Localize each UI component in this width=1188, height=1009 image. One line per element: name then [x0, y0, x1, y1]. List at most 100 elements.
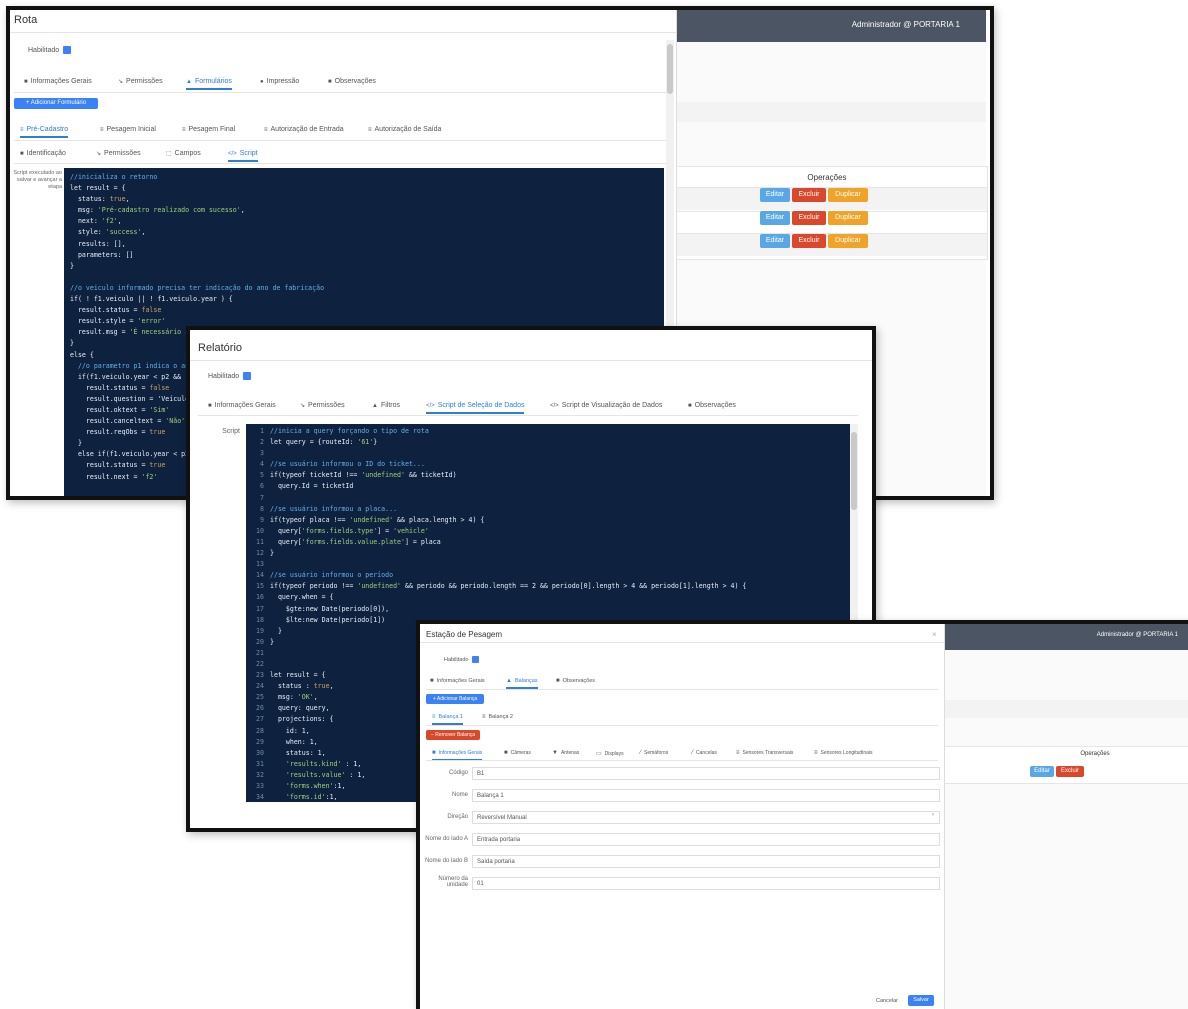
- tab-informacoes-gerais[interactable]: ■ Informações Gerais: [208, 402, 276, 409]
- enabled-label: Habilitado: [208, 372, 240, 380]
- code-icon: </>: [550, 403, 559, 409]
- display-icon: ▭: [596, 751, 602, 757]
- tab-observacoes[interactable]: ■ Observações: [556, 678, 595, 684]
- list-icon: ≡: [20, 127, 24, 133]
- delete-button[interactable]: Excluir: [792, 211, 826, 225]
- duplicate-button[interactable]: Duplicar: [828, 234, 868, 248]
- enabled-checkbox[interactable]: [243, 372, 252, 380]
- tab-observacoes[interactable]: ■ Observações: [688, 402, 736, 409]
- tab-informacoes-gerais[interactable]: ■ Informações Gerais: [24, 78, 92, 85]
- delete-button[interactable]: Excluir: [792, 188, 826, 202]
- code-line: let result = {: [70, 184, 126, 193]
- tab-impressao[interactable]: ● Impressão: [260, 78, 299, 85]
- tab-script[interactable]: </> Script: [228, 150, 258, 162]
- tab-pesagem-final[interactable]: ≡ Pesagem Final: [182, 126, 235, 133]
- line-number: 28: [256, 726, 264, 735]
- fields-icon: ⬚: [166, 151, 172, 157]
- edit-button[interactable]: Editar: [760, 188, 790, 202]
- direction-select[interactable]: Reversível Manual: [472, 811, 940, 824]
- notes-icon: ■: [328, 79, 332, 85]
- tab-sub-permissoes[interactable]: ↘ Permissões: [96, 150, 141, 157]
- unit-field[interactable]: 01: [472, 877, 940, 890]
- tab-script-visualizacao[interactable]: </> Script de Visualização de Dados: [550, 402, 662, 409]
- bg-strip: [944, 700, 1188, 718]
- add-form-button[interactable]: + Adicionar Formulário: [14, 98, 98, 109]
- admin-label[interactable]: Administrador @ PORTARIA 1: [1097, 632, 1178, 638]
- tab-semaforos[interactable]: ⁄ Semáforos: [640, 750, 668, 756]
- tabs-divider: [14, 92, 670, 93]
- script-label: Script: [222, 428, 240, 435]
- code-line: msg: 'Pré-cadastro realizado com sucesso…: [70, 206, 245, 215]
- save-button[interactable]: Salvar: [908, 995, 934, 1006]
- tab-sensores-longitudinais[interactable]: ≡ Sensores Longitudinais: [814, 750, 873, 756]
- line-number: 8: [260, 504, 264, 513]
- scrollbar-thumb[interactable]: [851, 432, 857, 510]
- duplicate-button[interactable]: Duplicar: [828, 211, 868, 225]
- tab-observacoes[interactable]: ■ Observações: [328, 78, 376, 85]
- line-number: 10: [256, 526, 264, 535]
- traffic-light-icon: ⁄: [640, 750, 642, 756]
- tab-autorizacao-entrada[interactable]: ≡ Autorização de Entrada: [264, 126, 344, 133]
- tab-identificacao[interactable]: ■ Identificação: [20, 150, 66, 157]
- tab-filtros[interactable]: ▲ Filtros: [372, 402, 400, 409]
- code-line: parameters: []: [70, 250, 134, 259]
- remove-scale-button[interactable]: − Remover Balança: [426, 730, 480, 740]
- tab-permissoes[interactable]: ↘ Permissões: [300, 402, 345, 409]
- side-b-field[interactable]: Saída portaria: [472, 855, 940, 868]
- field-label-codigo: Código: [448, 770, 468, 776]
- list-icon: ≡: [264, 127, 268, 133]
- tab-sensores-transversais[interactable]: ≡ Sensores Transversais: [736, 750, 793, 756]
- tabs-divider: [426, 689, 938, 690]
- top-bar: Administrador @ PORTARIA 1: [944, 624, 1188, 650]
- tab-permissoes[interactable]: ↘ Permissões: [118, 78, 163, 85]
- line-number: 25: [256, 693, 264, 702]
- tab-campos[interactable]: ⬚ Campos: [166, 150, 201, 157]
- tab-pre-cadastro[interactable]: ≡ Pré-Cadastro: [20, 126, 69, 138]
- side-a-field[interactable]: Entrada portaria: [472, 833, 940, 846]
- tab-formularios[interactable]: ▲ Formulários: [186, 78, 232, 90]
- edit-button[interactable]: Editar: [760, 234, 790, 248]
- list-icon: ≡: [482, 714, 486, 720]
- cancel-button[interactable]: Cancelar: [876, 998, 898, 1004]
- delete-button[interactable]: Excluir: [792, 234, 826, 248]
- enabled-toggle[interactable]: Habilitado: [28, 46, 72, 54]
- tab-cancelas[interactable]: ⁄ Cancelas: [692, 750, 717, 756]
- modal-title: Rota: [14, 14, 38, 26]
- tab-cameras[interactable]: ■ Câmeras: [504, 750, 531, 756]
- add-scale-button[interactable]: + Adicionar Balança: [426, 694, 484, 704]
- line-number: 20: [256, 637, 264, 646]
- scrollbar-thumb[interactable]: [667, 44, 673, 94]
- tab-script-selecao[interactable]: </> Script de Seleção de Dados: [426, 402, 525, 414]
- enabled-checkbox[interactable]: [63, 46, 72, 54]
- code-line: 11 query['forms.fields.value.plate'] = p…: [250, 537, 846, 548]
- tab-balanca-1[interactable]: ≡ Balança 1: [432, 714, 463, 725]
- enabled-toggle[interactable]: Habilitado: [444, 656, 480, 663]
- delete-button[interactable]: Excluir: [1056, 766, 1084, 777]
- tab-displays[interactable]: ▭ Displays: [596, 750, 624, 757]
- tab-balancas[interactable]: ▲ Balanças: [506, 678, 538, 689]
- tabs-divider: [198, 415, 858, 416]
- title-divider: [420, 642, 944, 643]
- line-number: 21: [256, 648, 264, 657]
- line-number: 23: [256, 671, 264, 680]
- name-field[interactable]: Balança 1: [472, 789, 940, 802]
- tab-informacoes-gerais[interactable]: ■ Informações Gerais: [430, 678, 485, 684]
- tab-antenas[interactable]: ▼ Antenas: [552, 750, 579, 756]
- code-field[interactable]: B1: [472, 767, 940, 780]
- line-number: 4: [260, 460, 264, 469]
- code-line: 3: [250, 448, 846, 459]
- admin-label[interactable]: Administrador @ PORTARIA 1: [852, 20, 960, 29]
- tab-autorizacao-saida[interactable]: ≡ Autorização de Saída: [368, 126, 441, 133]
- enabled-checkbox[interactable]: [472, 656, 480, 663]
- tab-pesagem-inicial[interactable]: ≡ Pesagem Inicial: [100, 126, 156, 133]
- list-icon: ≡: [182, 127, 186, 133]
- code-icon: </>: [426, 403, 435, 409]
- tab-balanca-2[interactable]: ≡ Balança 2: [482, 714, 513, 720]
- duplicate-button[interactable]: Duplicar: [828, 188, 868, 202]
- enabled-toggle[interactable]: Habilitado: [208, 372, 252, 380]
- edit-button[interactable]: Editar: [760, 211, 790, 225]
- close-icon[interactable]: ×: [932, 630, 937, 639]
- code-line: result.status = false: [70, 306, 162, 315]
- list-icon: ≡: [432, 714, 436, 720]
- edit-button[interactable]: Editar: [1030, 766, 1054, 777]
